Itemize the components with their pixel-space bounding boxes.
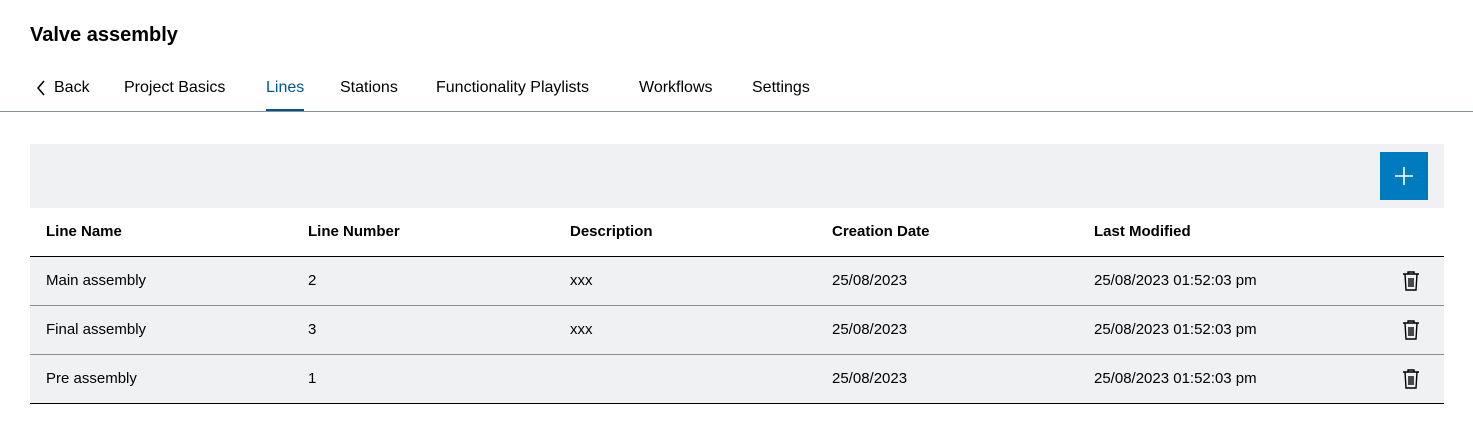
tab-lines[interactable]: Lines	[266, 64, 305, 111]
table-row[interactable]: Pre assembly 1 25/08/2023 25/08/2023 01:…	[30, 354, 1444, 404]
tab-functionality-playlists[interactable]: Functionality Playlists	[436, 64, 589, 111]
tab-stations[interactable]: Stations	[340, 64, 398, 111]
chevron-left-icon	[36, 64, 48, 111]
cell-actions	[1378, 305, 1444, 355]
tab-workflows[interactable]: Workflows	[639, 64, 713, 111]
cell-description	[554, 354, 816, 404]
tab-settings[interactable]: Settings	[752, 64, 810, 111]
cell-creation-date: 25/08/2023	[816, 305, 1078, 355]
column-header-creation-date[interactable]: Creation Date	[816, 208, 1078, 257]
cell-last-modified: 25/08/2023 01:52:03 pm	[1078, 256, 1378, 306]
column-header-actions	[1378, 208, 1444, 257]
add-line-button[interactable]	[1380, 152, 1428, 200]
column-header-line-name[interactable]: Line Name	[30, 208, 292, 257]
trash-icon[interactable]	[1399, 318, 1423, 342]
cell-last-modified: 25/08/2023 01:52:03 pm	[1078, 305, 1378, 355]
back-label: Back	[54, 79, 90, 96]
cell-line-name: Main assembly	[30, 256, 292, 306]
cell-creation-date: 25/08/2023	[816, 354, 1078, 404]
column-header-description[interactable]: Description	[554, 208, 816, 257]
table-header-row: Line Name Line Number Description Creati…	[30, 208, 1444, 257]
plus-icon	[1395, 167, 1413, 185]
table-row[interactable]: Main assembly 2 xxx 25/08/2023 25/08/202…	[30, 256, 1444, 306]
table-row[interactable]: Final assembly 3 xxx 25/08/2023 25/08/20…	[30, 305, 1444, 355]
cell-description: xxx	[554, 305, 816, 355]
column-header-last-modified[interactable]: Last Modified	[1078, 208, 1378, 257]
cell-line-number: 3	[292, 305, 554, 355]
column-header-line-number[interactable]: Line Number	[292, 208, 554, 257]
trash-icon[interactable]	[1399, 269, 1423, 293]
tab-bar: Back Project Basics Lines Stations Funct…	[0, 64, 1473, 112]
cell-line-number: 1	[292, 354, 554, 404]
table-toolbar	[30, 144, 1444, 208]
cell-line-name: Pre assembly	[30, 354, 292, 404]
tab-project-basics[interactable]: Project Basics	[124, 64, 225, 111]
cell-line-number: 2	[292, 256, 554, 306]
cell-description: xxx	[554, 256, 816, 306]
cell-line-name: Final assembly	[30, 305, 292, 355]
cell-actions	[1378, 256, 1444, 306]
lines-table: Line Name Line Number Description Creati…	[30, 208, 1444, 404]
cell-creation-date: 25/08/2023	[816, 256, 1078, 306]
back-link[interactable]: Back	[36, 64, 90, 111]
trash-icon[interactable]	[1399, 367, 1423, 391]
page-title: Valve assembly	[30, 24, 178, 46]
cell-actions	[1378, 354, 1444, 404]
cell-last-modified: 25/08/2023 01:52:03 pm	[1078, 354, 1378, 404]
